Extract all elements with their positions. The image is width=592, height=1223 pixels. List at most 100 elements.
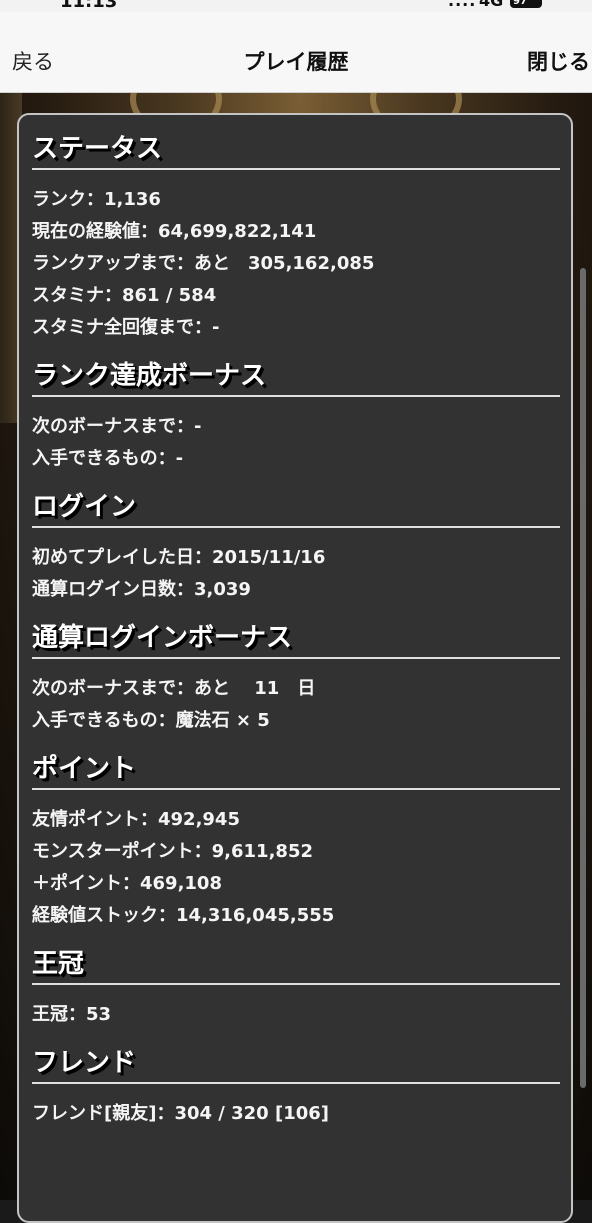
section-rank-bonus: ランク達成ボーナス 次のボーナスまで：- 入手できるもの：-	[32, 357, 560, 475]
stat-row-stamina: スタミナ：861 / 584	[32, 280, 560, 312]
stat-label: 入手できるもの	[32, 448, 158, 469]
stat-value: 14,316,045,555	[176, 905, 335, 926]
stat-label: ランク	[32, 189, 86, 210]
stat-value: 53	[86, 1004, 112, 1025]
separator: ：	[193, 841, 212, 862]
stat-row-current-exp: 現在の経験値：64,699,822,141	[32, 216, 560, 248]
stat-row-login-days: 通算ログイン日数：3,039	[32, 574, 560, 606]
stat-row-crowns: 王冠：53	[32, 999, 560, 1031]
stat-value: 9,611,852	[211, 841, 313, 862]
page-title: プレイ履歴	[243, 50, 349, 74]
stat-value: -	[175, 448, 184, 469]
stat-value: 492,945	[158, 809, 240, 830]
battery-icon: 97	[510, 0, 542, 8]
stat-value: -	[194, 416, 202, 437]
stat-label: 次のボーナスまで	[32, 678, 176, 699]
stat-label: 現在の経験値	[32, 221, 140, 242]
section-crowns: 王冠 王冠：53	[32, 945, 560, 1031]
separator: ：	[176, 416, 194, 437]
stat-row-rank: ランク：1,136	[32, 184, 560, 216]
section-login: ログイン 初めてプレイした日：2015/11/16 通算ログイン日数：3,039	[32, 488, 560, 606]
stat-row-reward: 入手できるもの：-	[32, 443, 560, 475]
stat-label: スタミナ	[32, 285, 104, 306]
stat-value: 469,108	[140, 873, 222, 894]
stat-label: 初めてプレイした日	[32, 547, 194, 568]
stat-value: あと 305,162,085	[194, 253, 375, 274]
stat-row-next-login-bonus: 次のボーナスまで：あと 11 日	[32, 673, 560, 705]
section-divider	[32, 983, 560, 985]
section-title: ステータス	[32, 134, 163, 164]
stat-row-stamina-recovery: スタミナ全回復まで：-	[32, 312, 560, 344]
separator: ：	[140, 809, 158, 830]
separator: ：	[157, 448, 176, 469]
stat-value: あと 11 日	[194, 678, 316, 699]
section-title: フレンド	[32, 1048, 137, 1078]
section-title: 王冠	[32, 949, 85, 979]
stat-value: 2015/11/16	[212, 547, 326, 568]
separator: ：	[122, 873, 140, 894]
stat-label: 次のボーナスまで	[32, 416, 176, 437]
section-title: ポイント	[32, 754, 137, 784]
section-divider	[32, 526, 560, 528]
section-divider	[32, 168, 560, 170]
section-login-bonus: 通算ログインボーナス 次のボーナスまで：あと 11 日 入手できるもの：魔法石 …	[32, 619, 560, 737]
stat-value: 1,136	[104, 189, 161, 210]
section-title: ランク達成ボーナス	[32, 361, 267, 391]
stat-value: 861 / 584	[122, 285, 217, 306]
section-status: ステータス ランク：1,136 現在の経験値：64,699,822,141 ラン…	[32, 130, 560, 344]
separator: ：	[158, 905, 176, 926]
stat-row-exp-stock: 経験値ストック：14,316,045,555	[32, 900, 560, 932]
signal-icon: ....	[448, 0, 477, 10]
stat-label: スタミナ全回復まで	[32, 317, 194, 338]
stat-label: 経験値ストック	[32, 905, 158, 926]
section-divider	[32, 657, 560, 659]
section-points: ポイント 友情ポイント：492,945 モンスターポイント：9,611,852 …	[32, 750, 560, 932]
separator: ：	[157, 710, 176, 731]
separator: ：	[86, 189, 104, 210]
separator: ：	[104, 285, 122, 306]
separator: ：	[194, 317, 212, 338]
stat-label: ランクアップまで	[32, 253, 176, 274]
navigation-bar: 戻る プレイ履歴 閉じる	[0, 12, 592, 93]
section-divider	[32, 1082, 560, 1084]
section-divider	[32, 395, 560, 397]
play-history-content: ステータス ランク：1,136 現在の経験値：64,699,822,141 ラン…	[32, 130, 560, 1143]
stat-row-first-play: 初めてプレイした日：2015/11/16	[32, 542, 560, 574]
close-button[interactable]: 閉じる	[527, 46, 590, 76]
stat-label: 入手できるもの	[32, 710, 158, 731]
stat-label: ＋ポイント	[32, 873, 122, 894]
stat-row-next-bonus: 次のボーナスまで：-	[32, 411, 560, 443]
status-time: 11:13	[60, 0, 118, 12]
stat-label: 通算ログイン日数	[32, 579, 176, 600]
separator: ：	[194, 547, 212, 568]
separator: ：	[156, 1103, 175, 1124]
stat-label: フレンド[親友]	[32, 1103, 157, 1124]
section-title: ログイン	[32, 492, 137, 522]
separator: ：	[68, 1004, 86, 1025]
scrollbar[interactable]	[580, 268, 586, 1088]
stat-label: 王冠	[32, 1004, 68, 1025]
section-divider	[32, 788, 560, 790]
battery-level: 97	[513, 0, 527, 7]
stat-row-rank-up: ランクアップまで：あと 305,162,085	[32, 248, 560, 280]
stat-label: モンスターポイント	[32, 841, 194, 862]
network-indicator: 4G	[479, 0, 504, 10]
stat-row-plus-points: ＋ポイント：469,108	[32, 868, 560, 900]
stat-value: -	[212, 317, 220, 338]
separator: ：	[140, 221, 158, 242]
stat-value: 魔法石 × 5	[175, 710, 270, 731]
stat-row-login-reward: 入手できるもの：魔法石 × 5	[32, 705, 560, 737]
stat-row-friends: フレンド[親友]：304 / 320 [106]	[32, 1098, 560, 1130]
stat-value: 3,039	[194, 579, 251, 600]
separator: ：	[176, 579, 194, 600]
stat-value: 64,699,822,141	[158, 221, 317, 242]
stat-row-monster-points: モンスターポイント：9,611,852	[32, 836, 560, 868]
section-friends: フレンド フレンド[親友]：304 / 320 [106]	[32, 1044, 560, 1130]
separator: ：	[176, 678, 194, 699]
stat-row-friend-points: 友情ポイント：492,945	[32, 804, 560, 836]
separator: ：	[176, 253, 194, 274]
stat-label: 友情ポイント	[32, 809, 140, 830]
stat-value: 304 / 320 [106]	[174, 1103, 329, 1124]
status-bar: 11:13 .... 4G 97	[0, 0, 592, 12]
section-title: 通算ログインボーナス	[32, 623, 293, 653]
